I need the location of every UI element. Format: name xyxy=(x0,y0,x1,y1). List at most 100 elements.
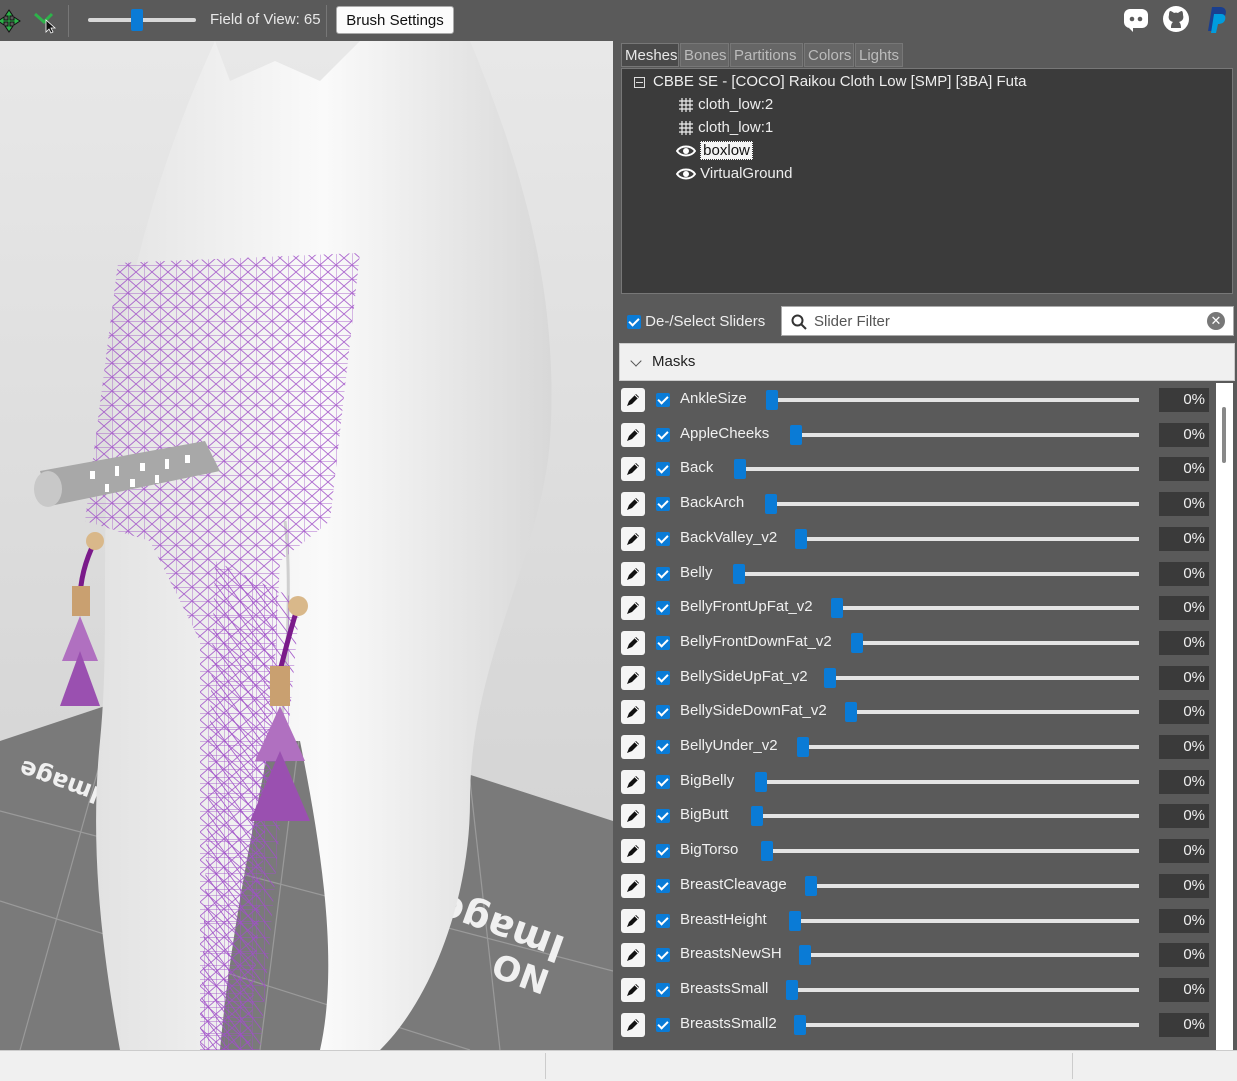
pivot-tool-icon[interactable] xyxy=(32,8,58,34)
slider-thumb[interactable] xyxy=(786,979,798,1000)
brush-icon[interactable] xyxy=(621,735,645,759)
transform-gizmo-icon[interactable] xyxy=(0,8,22,34)
brush-icon[interactable] xyxy=(621,561,645,586)
tab-lights[interactable]: Lights xyxy=(855,43,903,67)
slider-value[interactable]: 0% xyxy=(1159,1012,1209,1037)
slider-checkbox[interactable] xyxy=(656,705,670,720)
clear-filter-icon[interactable]: ✕ xyxy=(1207,312,1225,330)
deselect-checkbox[interactable] xyxy=(627,315,641,330)
brush-icon[interactable] xyxy=(621,943,645,968)
slider-track[interactable] xyxy=(830,675,1139,680)
slider-value[interactable]: 0% xyxy=(1159,596,1209,621)
github-icon[interactable] xyxy=(1161,4,1191,34)
slider-thumb[interactable] xyxy=(789,910,801,931)
slider-value[interactable]: 0% xyxy=(1159,700,1209,725)
slider-thumb[interactable] xyxy=(797,737,809,757)
slider-value[interactable]: 0% xyxy=(1159,422,1209,447)
brush-icon[interactable] xyxy=(621,873,645,898)
slider-checkbox[interactable] xyxy=(656,601,670,616)
tree-item-virtualground[interactable]: VirtualGround xyxy=(675,163,792,185)
slider-thumb[interactable] xyxy=(751,806,763,827)
slider-thumb[interactable] xyxy=(790,424,802,445)
deselect-sliders-toggle[interactable]: De-/Select Sliders xyxy=(627,313,765,330)
brush-icon[interactable] xyxy=(621,492,645,517)
slider-value[interactable]: 0% xyxy=(1159,908,1209,933)
slider-thumb[interactable] xyxy=(845,702,857,723)
eye-icon[interactable] xyxy=(675,167,697,181)
scrollbar-thumb[interactable] xyxy=(1222,407,1226,463)
slider-value[interactable]: 0% xyxy=(1159,561,1209,586)
slider-checkbox[interactable] xyxy=(656,948,670,963)
slider-thumb[interactable] xyxy=(766,390,778,410)
slider-thumb[interactable] xyxy=(765,494,777,515)
slider-checkbox[interactable] xyxy=(656,1017,670,1032)
slider-track[interactable] xyxy=(795,918,1139,923)
slider-track[interactable] xyxy=(792,987,1139,992)
slider-thumb[interactable] xyxy=(805,875,817,896)
slider-track[interactable] xyxy=(837,606,1139,611)
brush-icon[interactable] xyxy=(621,804,645,829)
slider-value[interactable]: 0% xyxy=(1159,457,1209,482)
slider-value[interactable]: 0% xyxy=(1159,492,1209,517)
slider-thumb[interactable] xyxy=(734,459,746,480)
tab-meshes[interactable]: Meshes xyxy=(621,43,679,67)
brush-icon[interactable] xyxy=(621,422,645,447)
slider-track[interactable] xyxy=(740,467,1139,472)
slider-checkbox[interactable] xyxy=(656,393,670,407)
slider-value[interactable]: 0% xyxy=(1159,388,1209,412)
slider-track[interactable] xyxy=(801,536,1139,541)
slider-thumb[interactable] xyxy=(794,1014,806,1035)
slider-value[interactable]: 0% xyxy=(1159,630,1209,655)
brush-icon[interactable] xyxy=(621,526,645,551)
tree-item-cloth-low-1[interactable]: cloth_low:1 xyxy=(678,117,773,139)
slider-value[interactable]: 0% xyxy=(1159,526,1209,551)
slider-value[interactable]: 0% xyxy=(1159,943,1209,968)
slider-checkbox[interactable] xyxy=(656,670,670,685)
mesh-tree[interactable]: CBBE SE - [COCO] Raikou Cloth Low [SMP] … xyxy=(621,68,1233,294)
slider-thumb[interactable] xyxy=(761,841,773,862)
slider-value[interactable]: 0% xyxy=(1159,873,1209,898)
brush-icon[interactable] xyxy=(621,630,645,655)
brush-icon[interactable] xyxy=(621,839,645,864)
slider-value[interactable]: 0% xyxy=(1159,769,1209,794)
slider-checkbox[interactable] xyxy=(656,844,670,859)
slider-checkbox[interactable] xyxy=(656,531,670,546)
slider-checkbox[interactable] xyxy=(656,427,670,442)
tab-bones[interactable]: Bones xyxy=(680,43,729,67)
slider-thumb[interactable] xyxy=(799,945,811,966)
mesh-tree-root[interactable]: CBBE SE - [COCO] Raikou Cloth Low [SMP] … xyxy=(634,71,1026,93)
slider-checkbox[interactable] xyxy=(656,635,670,650)
slider-checkbox[interactable] xyxy=(656,982,670,997)
slider-track[interactable] xyxy=(811,883,1139,888)
slider-value[interactable]: 0% xyxy=(1159,977,1209,1002)
slider-value[interactable]: 0% xyxy=(1159,804,1209,829)
brush-icon[interactable] xyxy=(621,908,645,933)
fov-slider-thumb[interactable] xyxy=(131,9,143,31)
slider-thumb[interactable] xyxy=(824,667,836,688)
slider-checkbox[interactable] xyxy=(656,809,670,824)
brush-icon[interactable] xyxy=(621,977,645,1002)
slider-track[interactable] xyxy=(761,779,1139,784)
brush-icon[interactable] xyxy=(621,700,645,725)
slider-filter-input[interactable]: Slider Filter ✕ xyxy=(781,306,1234,336)
slider-value[interactable]: 0% xyxy=(1159,735,1209,759)
slider-track[interactable] xyxy=(851,710,1139,715)
eye-icon[interactable] xyxy=(675,144,697,158)
tree-item-cloth-low-2[interactable]: cloth_low:2 xyxy=(678,94,773,116)
slider-track[interactable] xyxy=(757,814,1139,819)
paypal-icon[interactable] xyxy=(1200,4,1230,34)
slider-track[interactable] xyxy=(771,502,1139,507)
masks-group-header[interactable]: Masks xyxy=(619,343,1235,381)
slider-checkbox[interactable] xyxy=(656,566,670,581)
slider-track[interactable] xyxy=(767,849,1139,854)
brush-icon[interactable] xyxy=(621,769,645,794)
slider-track[interactable] xyxy=(739,571,1139,576)
slider-value[interactable]: 0% xyxy=(1159,665,1209,690)
brush-icon[interactable] xyxy=(621,457,645,482)
slider-track[interactable] xyxy=(805,953,1139,958)
slider-checkbox[interactable] xyxy=(656,462,670,477)
slider-track[interactable] xyxy=(796,432,1139,437)
slider-checkbox[interactable] xyxy=(656,913,670,928)
slider-track[interactable] xyxy=(803,745,1139,749)
3d-viewport[interactable]: Image Image NO xyxy=(0,41,613,1050)
